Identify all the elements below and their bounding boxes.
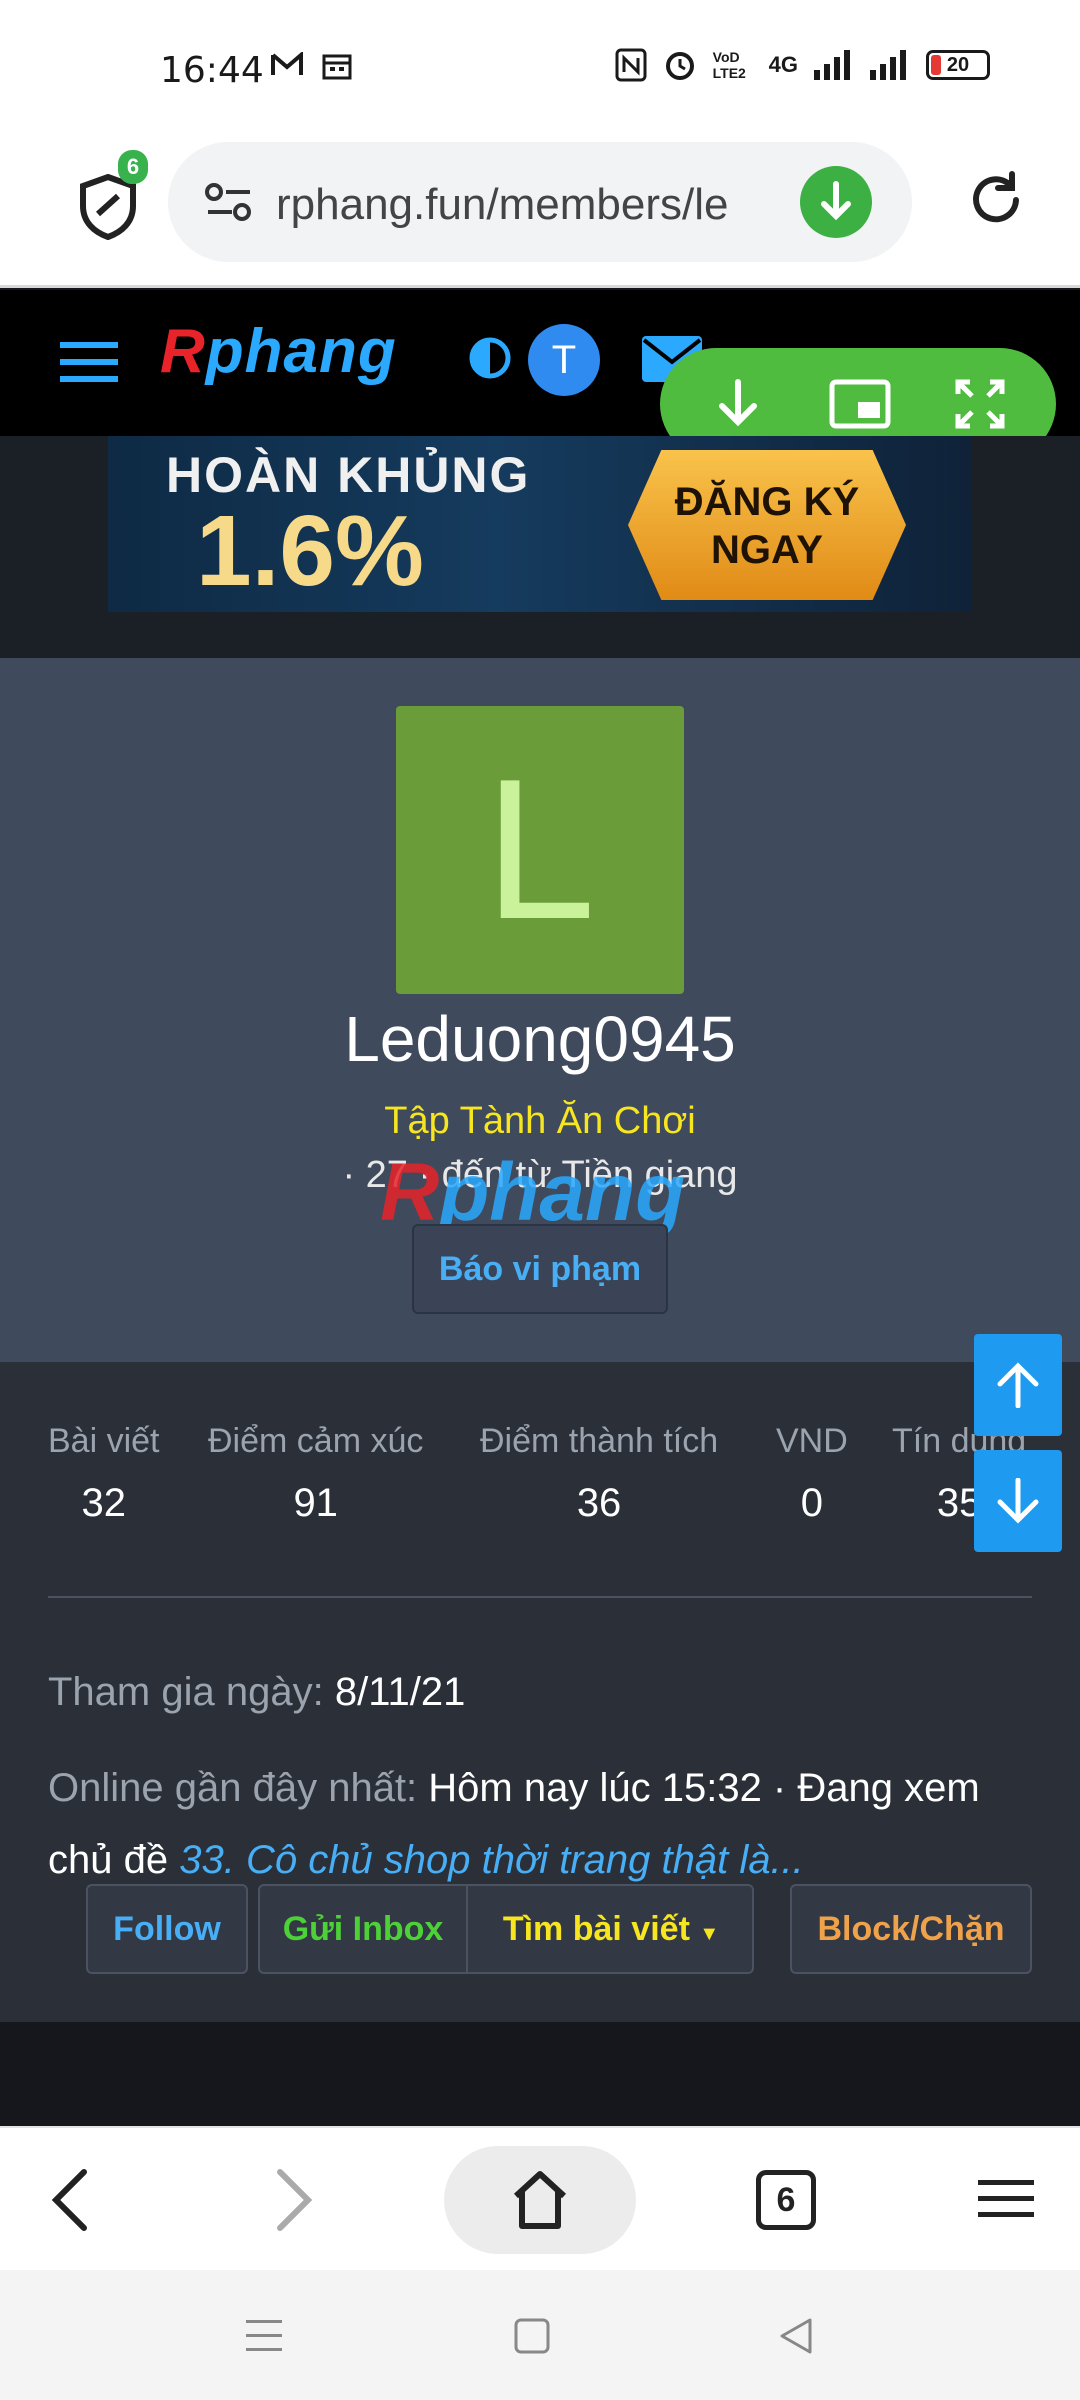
- follow-label: Follow: [113, 1910, 221, 1948]
- browser-toolbar: 6 rphang.fun/members/le: [0, 140, 1080, 288]
- last-online: Online gần đây nhất: Hôm nay lúc 15:32 ·…: [48, 1752, 988, 1896]
- signal-2-icon: [870, 50, 906, 80]
- scroll-top-button[interactable]: [974, 1334, 1062, 1436]
- arrow-up-icon: [997, 1362, 1039, 1408]
- volte-label: VoD LTE2: [712, 49, 746, 81]
- stat-value: 91: [293, 1481, 338, 1525]
- inbox-search-group: Gửi Inbox Tìm bài viết ▼: [258, 1884, 754, 1974]
- recents-icon[interactable]: [244, 2316, 284, 2356]
- stat-value: 36: [576, 1481, 622, 1525]
- menu-icon[interactable]: [978, 2178, 1034, 2220]
- theme-toggle-icon[interactable]: [466, 334, 514, 382]
- profile-username: Leduong0945: [344, 1003, 736, 1075]
- stat-vnd[interactable]: VND 0: [776, 1422, 848, 1526]
- stat-trophies[interactable]: Điểm thành tích 36: [480, 1422, 718, 1526]
- profile-avatar[interactable]: L: [396, 706, 684, 994]
- stat-value: 32: [81, 1481, 127, 1525]
- back-nav-icon[interactable]: [776, 2316, 816, 2356]
- ad-banner-area: HOÀN KHỦNG 1.6% ĐĂNG KÝ NGAY: [0, 436, 1080, 658]
- browser-bottom-bar: 6: [0, 2126, 1080, 2270]
- online-label: Online gần đây nhất:: [48, 1766, 418, 1810]
- profile-header: L Leduong0945 Tập Tành Ăn Chơi · 27 · đế…: [0, 658, 1080, 1362]
- menu-icon[interactable]: [60, 340, 120, 384]
- stat-value: 0: [800, 1481, 824, 1525]
- pip-icon[interactable]: [828, 376, 892, 432]
- reload-icon[interactable]: [966, 170, 1026, 230]
- home-nav-icon[interactable]: [512, 2316, 552, 2356]
- joined-date: Tham gia ngày: 8/11/21: [48, 1670, 465, 1715]
- site-logo[interactable]: Rphang: [160, 316, 397, 387]
- download-button[interactable]: [800, 166, 872, 238]
- download-video-icon[interactable]: [710, 376, 766, 432]
- logo-r: R: [160, 317, 206, 386]
- home-button[interactable]: [444, 2146, 636, 2254]
- alarm-icon: [665, 52, 694, 80]
- tabs-button[interactable]: 6: [756, 2170, 816, 2230]
- home-icon: [513, 2171, 567, 2229]
- url-text[interactable]: rphang.fun/members/le: [276, 180, 776, 230]
- caret-down-icon: ▼: [699, 1923, 720, 1945]
- banner-cta-line1: ĐĂNG KÝ: [674, 480, 860, 524]
- site-settings-icon[interactable]: [204, 182, 254, 222]
- stat-label: Điểm cảm xúc: [208, 1422, 424, 1460]
- battery-icon: 20: [926, 50, 990, 80]
- calendar-icon: [322, 54, 352, 80]
- status-right: VoD LTE2 4G 20: [615, 48, 990, 82]
- shield-badge: 6: [118, 150, 148, 184]
- signal-icon: [814, 50, 850, 80]
- status-time: 16:44: [160, 50, 264, 91]
- status-bar: 16:44 VoD LTE2 4G 20: [0, 0, 1080, 140]
- stat-posts[interactable]: Bài viết 32: [48, 1422, 160, 1526]
- joined-value: 8/11/21: [334, 1670, 466, 1714]
- online-thread-link[interactable]: 33. Cô chủ shop thời trang thật là...: [179, 1838, 804, 1882]
- gmail-icon: [271, 52, 303, 75]
- battery-level: 20: [946, 54, 970, 76]
- find-posts-button[interactable]: Tìm bài viết ▼: [468, 1886, 754, 1977]
- divider: [48, 1596, 1032, 1598]
- download-arrow-icon: [821, 181, 851, 221]
- joined-label: Tham gia ngày:: [48, 1670, 324, 1714]
- system-nav-bar: [0, 2270, 1080, 2400]
- scroll-bottom-button[interactable]: [974, 1450, 1062, 1552]
- block-label: Block/Chặn: [817, 1910, 1005, 1948]
- stat-reactions[interactable]: Điểm cảm xúc 91: [208, 1422, 423, 1526]
- stat-label: Điểm thành tích: [480, 1422, 719, 1460]
- profile-user-title: Tập Tành Ăn Chơi: [384, 1100, 696, 1142]
- banner-rate: 1.6%: [196, 495, 424, 607]
- find-posts-label: Tìm bài viết: [502, 1910, 690, 1948]
- follow-button[interactable]: Follow: [86, 1884, 248, 1974]
- forward-icon[interactable]: [274, 2168, 314, 2232]
- nfc-icon: [615, 48, 647, 82]
- logo-text: phang: [205, 317, 397, 386]
- back-icon[interactable]: [50, 2168, 90, 2232]
- banner-register-button[interactable]: ĐĂNG KÝ NGAY: [628, 450, 906, 600]
- send-inbox-button[interactable]: Gửi Inbox: [260, 1886, 466, 1972]
- ad-banner[interactable]: HOÀN KHỦNG 1.6% ĐĂNG KÝ NGAY: [108, 436, 972, 612]
- address-bar[interactable]: rphang.fun/members/le: [168, 142, 912, 262]
- block-button[interactable]: Block/Chặn: [790, 1884, 1032, 1974]
- shield-icon[interactable]: [78, 174, 138, 240]
- fullscreen-icon[interactable]: [952, 376, 1008, 432]
- network-4g-label: 4G: [768, 52, 798, 77]
- report-button[interactable]: Báo vi phạm: [412, 1224, 668, 1314]
- banner-cta-line2: NGAY: [711, 528, 823, 572]
- page-footer-area: [0, 2022, 1080, 2126]
- arrow-down-icon: [997, 1478, 1039, 1524]
- user-avatar[interactable]: T: [528, 324, 600, 396]
- stat-label: Bài viết: [48, 1422, 160, 1460]
- stat-label: VND: [776, 1422, 848, 1460]
- profile-stats-panel: Bài viết 32 Điểm cảm xúc 91 Điểm thành t…: [0, 1362, 1080, 2022]
